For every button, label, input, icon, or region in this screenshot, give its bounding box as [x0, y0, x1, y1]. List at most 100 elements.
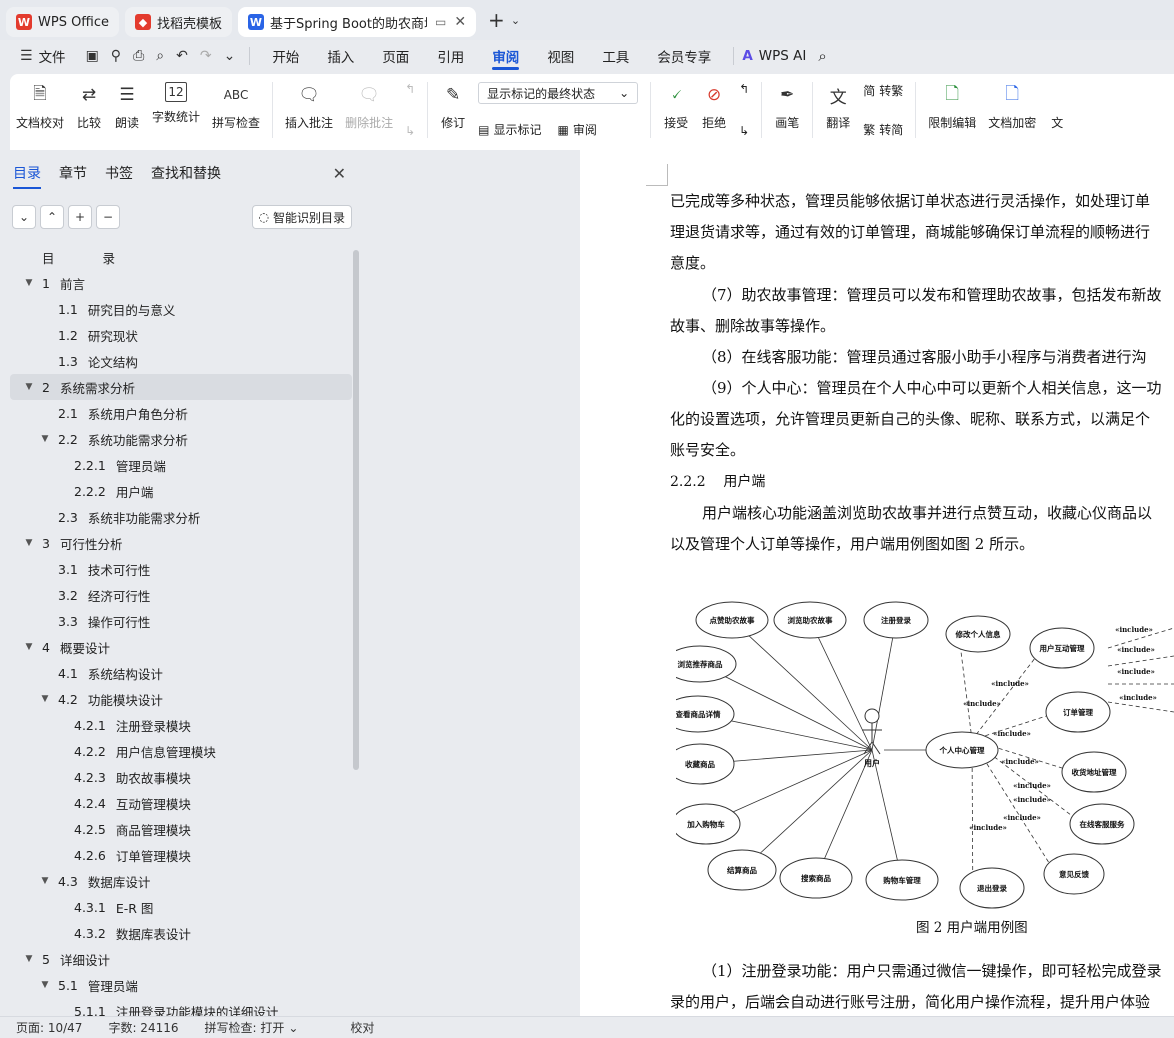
- toc-item[interactable]: 2.3 系统非功能需求分析: [10, 504, 352, 530]
- toc-item[interactable]: ▼ 3 可行性分析: [10, 530, 352, 556]
- spell-check-button[interactable]: ABC 拼写检查: [206, 82, 266, 131]
- toc-item[interactable]: ▼ 2.2 系统功能需求分析: [10, 426, 352, 452]
- expand-toggle-icon[interactable]: ▼: [22, 382, 36, 392]
- share-icon[interactable]: ⚲: [105, 48, 127, 64]
- print-preview-icon[interactable]: ⌕: [150, 48, 170, 64]
- menu-reference[interactable]: 引用: [423, 40, 478, 72]
- tab-document[interactable]: W 基于Spring Boot的助农商城的 ▭ ✕: [238, 7, 477, 37]
- menu-page[interactable]: 页面: [368, 40, 423, 72]
- expand-toggle-icon[interactable]: ▼: [22, 642, 36, 652]
- toc-item[interactable]: ▼ 1 前言: [10, 270, 352, 296]
- toc-item[interactable]: 4.2.6 订单管理模块: [10, 842, 352, 868]
- add-icon[interactable]: +: [68, 205, 92, 229]
- expand-toggle-icon[interactable]: ▼: [38, 876, 52, 886]
- menu-review[interactable]: 审阅: [478, 40, 533, 72]
- menu-tools[interactable]: 工具: [588, 40, 643, 72]
- expand-toggle-icon[interactable]: ▼: [38, 694, 52, 704]
- toc-item[interactable]: 目录: [10, 244, 352, 270]
- to-simplified-button[interactable]: 转简: [879, 121, 903, 138]
- wps-ai-button[interactable]: WPS AI: [759, 48, 807, 64]
- expand-toggle-icon[interactable]: ▼: [38, 980, 52, 990]
- tab-wps-office[interactable]: W WPS Office: [6, 7, 120, 37]
- close-icon[interactable]: ✕: [454, 14, 466, 30]
- pen-button[interactable]: ✒ 画笔: [768, 82, 806, 131]
- spell-check-status[interactable]: 拼写检查: 打开 ⌄: [205, 1019, 325, 1036]
- search-icon[interactable]: ⌕: [818, 47, 826, 65]
- tab-docer-templates[interactable]: ◆ 找稻壳模板: [125, 7, 233, 37]
- accept-button[interactable]: 🗸 接受: [657, 82, 695, 131]
- toc-item[interactable]: 4.3.1 E-R 图: [10, 894, 352, 920]
- tab-sections[interactable]: 章节: [59, 163, 87, 183]
- toc-item[interactable]: 4.2.3 助农故事模块: [10, 764, 352, 790]
- new-tab-icon[interactable]: +: [488, 8, 505, 32]
- expand-toggle-icon[interactable]: ▼: [22, 278, 36, 288]
- expand-down-icon[interactable]: ⌄: [12, 205, 36, 229]
- expand-toggle-icon[interactable]: ▼: [22, 954, 36, 964]
- next-comment-icon[interactable]: ↳: [405, 124, 415, 138]
- toc-scrollbar[interactable]: [353, 250, 359, 770]
- show-markup-button[interactable]: 显示标记: [493, 121, 541, 138]
- save-icon[interactable]: ▣: [80, 48, 105, 64]
- toc-item[interactable]: 3.1 技术可行性: [10, 556, 352, 582]
- toc-item[interactable]: 1.1 研究目的与意义: [10, 296, 352, 322]
- menu-member[interactable]: 会员专享: [643, 40, 725, 72]
- undo-icon[interactable]: ↶: [170, 48, 194, 64]
- toc-item[interactable]: 4.2.5 商品管理模块: [10, 816, 352, 842]
- doc-check-button[interactable]: 🗎 文档校对: [10, 82, 70, 131]
- markup-state-select[interactable]: 显示标记的最终状态 ⌄: [478, 82, 639, 104]
- toc-item[interactable]: 4.2.2 用户信息管理模块: [10, 738, 352, 764]
- proofread-status[interactable]: 校对: [350, 1019, 374, 1036]
- delete-comment-button[interactable]: 🗨 删除批注: [339, 82, 399, 131]
- remove-icon[interactable]: −: [96, 205, 120, 229]
- restrict-edit-button[interactable]: 🗋 限制编辑: [922, 82, 982, 131]
- encrypt-button[interactable]: 🗋 文档加密: [982, 82, 1042, 131]
- toc-item[interactable]: 2.1 系统用户角色分析: [10, 400, 352, 426]
- next-change-icon[interactable]: ↳: [739, 124, 749, 138]
- toc-item[interactable]: 1.3 论文结构: [10, 348, 352, 374]
- toc-item[interactable]: 4.3.2 数据库表设计: [10, 920, 352, 946]
- revise-button[interactable]: ✎ 修订: [434, 82, 472, 131]
- more-button[interactable]: 文: [1042, 82, 1070, 131]
- review-pane-button[interactable]: 审阅: [573, 121, 597, 138]
- toc-item[interactable]: 5.1.1 注册登录功能模块的详细设计: [10, 998, 352, 1017]
- toc-item[interactable]: 1.2 研究现状: [10, 322, 352, 348]
- toc-item[interactable]: ▼ 4.3 数据库设计: [10, 868, 352, 894]
- word-count-button[interactable]: 12 字数统计: [146, 82, 206, 125]
- to-traditional-button[interactable]: 转繁: [879, 82, 903, 99]
- close-icon[interactable]: ✕: [333, 164, 346, 183]
- tab-find-replace[interactable]: 查找和替换: [151, 163, 221, 183]
- toc-item[interactable]: ▼ 4 概要设计: [10, 634, 352, 660]
- toc-item[interactable]: ▼ 5 详细设计: [10, 946, 352, 972]
- document-page[interactable]: 已完成等多种状态，管理员能够依据订单状态进行灵活操作，如处理订单 理退货请求等，…: [580, 150, 1174, 1016]
- hamburger-menu-icon[interactable]: ☰: [14, 48, 39, 64]
- word-count[interactable]: 字数: 24116: [108, 1019, 178, 1036]
- customize-chevron-icon[interactable]: ⌄: [218, 48, 242, 64]
- menu-start[interactable]: 开始: [258, 40, 313, 72]
- toc-item[interactable]: ▼ 4.2 功能模块设计: [10, 686, 352, 712]
- previous-comment-icon[interactable]: ↰: [405, 82, 415, 96]
- expand-toggle-icon[interactable]: ▼: [38, 434, 52, 444]
- read-aloud-button[interactable]: ☰ 朗读: [108, 82, 146, 131]
- toc-item[interactable]: 4.1 系统结构设计: [10, 660, 352, 686]
- menu-insert[interactable]: 插入: [313, 40, 368, 72]
- tab-bookmarks[interactable]: 书签: [105, 163, 133, 183]
- toc-item[interactable]: 4.2.1 注册登录模块: [10, 712, 352, 738]
- toc-item[interactable]: ▼ 5.1 管理员端: [10, 972, 352, 998]
- page-indicator[interactable]: 页面: 10/47: [16, 1019, 82, 1036]
- toc-item[interactable]: 3.3 操作可行性: [10, 608, 352, 634]
- reject-button[interactable]: ⊘ 拒绝: [695, 82, 733, 131]
- previous-change-icon[interactable]: ↰: [739, 82, 749, 96]
- toc-item[interactable]: ▼ 2 系统需求分析: [10, 374, 352, 400]
- chevron-down-icon[interactable]: ⌄: [511, 14, 520, 27]
- collapse-up-icon[interactable]: ⌃: [40, 205, 64, 229]
- toc-item[interactable]: 2.2.1 管理员端: [10, 452, 352, 478]
- toc-item[interactable]: 4.2.4 互动管理模块: [10, 790, 352, 816]
- toc-item[interactable]: 3.2 经济可行性: [10, 582, 352, 608]
- toc-item[interactable]: 2.2.2 用户端: [10, 478, 352, 504]
- print-icon[interactable]: ⎙: [127, 48, 150, 64]
- redo-icon[interactable]: ↷: [194, 48, 218, 64]
- insert-comment-button[interactable]: 🗨 插入批注: [279, 82, 339, 131]
- compare-button[interactable]: ⇄ 比较: [70, 82, 108, 131]
- translate-button[interactable]: 文 翻译: [819, 82, 857, 131]
- monitor-icon[interactable]: ▭: [435, 15, 446, 29]
